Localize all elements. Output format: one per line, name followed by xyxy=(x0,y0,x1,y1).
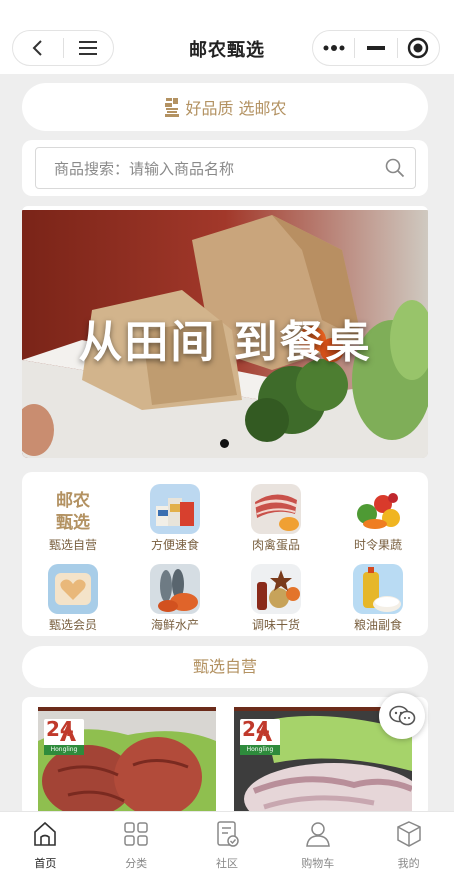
svg-text:邮农: 邮农 xyxy=(56,490,90,511)
category-label: 海鲜水产 xyxy=(150,618,199,632)
category-label: 调味干货 xyxy=(251,618,300,632)
tab-home[interactable]: 首页 xyxy=(0,812,91,874)
home-icon xyxy=(34,821,57,846)
search-input[interactable]: 商品搜索：请输入商品名称 xyxy=(35,147,416,189)
more-button[interactable] xyxy=(313,31,354,65)
bottom-tab-bar: 首页 分类 社区 购物车 我的 xyxy=(0,811,454,874)
product-list: 24 Hongling 24 Hongling xyxy=(22,697,428,817)
brand-badge: 24 Hongling xyxy=(240,717,280,755)
category-item-seafood[interactable]: 海鲜水产 xyxy=(135,558,215,632)
box-icon xyxy=(396,821,421,847)
brand-badge: 24 Hongling xyxy=(44,717,84,755)
meat-icon xyxy=(251,484,301,534)
category-label: 时令果蔬 xyxy=(353,538,402,552)
brand-logo-icon xyxy=(165,98,180,117)
product-card[interactable]: 24 Hongling xyxy=(38,707,216,817)
category-item-meat-eggs[interactable]: 肉禽蛋品 xyxy=(236,478,316,552)
tab-label: 我的 xyxy=(397,857,420,870)
slogan-banner: 好品质 选邮农 xyxy=(22,83,428,131)
mini-program-capsule xyxy=(312,30,440,66)
close-button[interactable] xyxy=(398,31,439,65)
category-item-seasoning[interactable]: 调味干货 xyxy=(236,558,316,632)
category-label: 肉禽蛋品 xyxy=(251,538,300,552)
chat-bubble-icon xyxy=(389,705,416,726)
section-title: 甄选自营 xyxy=(22,646,428,688)
tab-community[interactable]: 社区 xyxy=(182,812,273,874)
carousel-dot-active[interactable] xyxy=(220,439,229,448)
tab-mine[interactable]: 我的 xyxy=(363,812,454,874)
category-item-instant-food[interactable]: 方便速食 xyxy=(135,478,215,552)
category-item-self-operated[interactable]: 邮农 甄选 甄选自营 xyxy=(33,478,113,552)
badge-text: Hongling xyxy=(240,745,280,755)
hero-banner[interactable]: 从田间 到餐桌 xyxy=(22,206,428,458)
seasoning-icon xyxy=(251,564,301,614)
customer-service-button[interactable] xyxy=(379,693,425,739)
instant-food-icon xyxy=(150,484,200,534)
category-label: 甄选会员 xyxy=(48,618,97,632)
category-grid: 邮农 甄选 甄选自营 方便速食 肉禽蛋品 时令果蔬 甄选会员 海鲜水产 调味干货… xyxy=(22,472,428,636)
tab-label: 购物车 xyxy=(301,857,335,870)
banner-headline: 从田间 到餐桌 xyxy=(78,317,372,368)
grain-oil-icon xyxy=(353,564,403,614)
tab-cart[interactable]: 购物车 xyxy=(272,812,363,874)
tab-category[interactable]: 分类 xyxy=(91,812,182,874)
vegetables-icon xyxy=(353,484,403,534)
search-placeholder: 商品搜索：请输入商品名称 xyxy=(54,159,235,178)
minimize-icon xyxy=(366,46,385,50)
search-icon[interactable] xyxy=(385,158,405,178)
more-dots-icon xyxy=(323,45,345,51)
category-label: 方便速食 xyxy=(150,538,199,552)
slogan-text: 好品质 选邮农 xyxy=(185,99,287,118)
tab-label: 社区 xyxy=(215,857,238,870)
grid-icon xyxy=(124,822,148,846)
member-heart-icon xyxy=(48,564,98,614)
user-icon xyxy=(305,822,330,847)
category-label: 粮油副食 xyxy=(353,618,402,632)
badge-text: Hongling xyxy=(44,745,84,755)
tab-label: 首页 xyxy=(34,857,57,870)
tab-label: 分类 xyxy=(125,857,148,870)
community-icon xyxy=(217,821,239,847)
category-item-grain-oil[interactable]: 粮油副食 xyxy=(338,558,418,632)
category-item-member[interactable]: 甄选会员 xyxy=(33,558,113,632)
top-bar: 邮农甄选 xyxy=(0,0,454,74)
seafood-icon xyxy=(150,564,200,614)
brand-seal-icon: 邮农 甄选 xyxy=(48,484,98,534)
category-label: 甄选自营 xyxy=(48,538,97,552)
svg-text:甄选: 甄选 xyxy=(56,513,90,533)
category-item-fresh-produce[interactable]: 时令果蔬 xyxy=(338,478,418,552)
target-circle-icon xyxy=(408,37,429,59)
minimize-button[interactable] xyxy=(355,31,396,65)
search-card: 商品搜索：请输入商品名称 xyxy=(22,140,428,196)
